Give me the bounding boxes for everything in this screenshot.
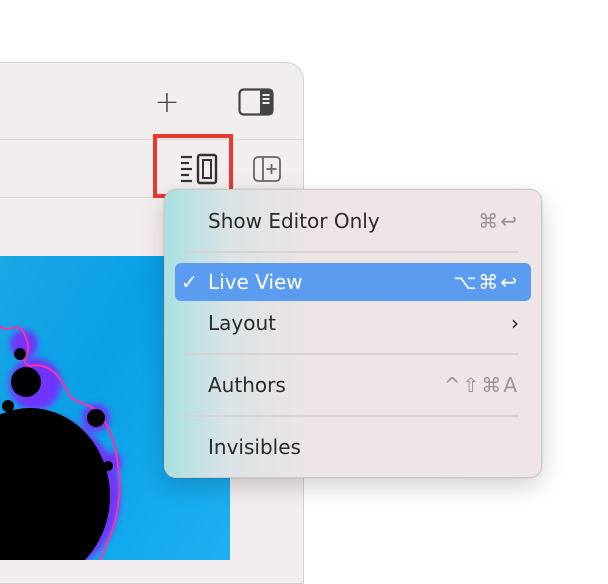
menu-item-label: Invisibles: [208, 435, 301, 459]
menu-item-authors[interactable]: Authors ^⇧⌘A: [175, 366, 531, 404]
toolbar-divider: [0, 139, 303, 140]
menu-item-live-view[interactable]: ✓ Live View ⌥⌘↩: [175, 263, 531, 301]
menu-item-layout[interactable]: Layout ›: [175, 304, 531, 342]
menu-item-label: Authors: [208, 373, 286, 397]
chevron-right-icon: ›: [511, 311, 519, 335]
add-pane-icon[interactable]: [252, 154, 282, 184]
menu-item-label: Layout: [208, 311, 276, 335]
menu-item-label: Live View: [208, 270, 303, 294]
menu-item-shortcut: ^⇧⌘A: [443, 373, 519, 397]
menu-separator: [185, 353, 519, 355]
plus-icon[interactable]: +: [152, 88, 182, 118]
sidebar-toggle-icon[interactable]: [238, 88, 274, 116]
menu-separator: [185, 415, 519, 417]
menu-separator: [185, 251, 519, 253]
menu-item-invisibles[interactable]: Invisibles: [175, 428, 531, 466]
menu-item-shortcut: ⌘↩: [478, 209, 519, 233]
editor-mode-menu: Show Editor Only ⌘↩ ✓ Live View ⌥⌘↩ Layo…: [164, 189, 542, 478]
checkmark-icon: ✓: [181, 270, 198, 294]
menu-item-show-editor-only[interactable]: Show Editor Only ⌘↩: [175, 202, 531, 240]
menu-item-label: Show Editor Only: [208, 209, 380, 233]
menu-item-shortcut: ⌥⌘↩: [453, 270, 519, 294]
